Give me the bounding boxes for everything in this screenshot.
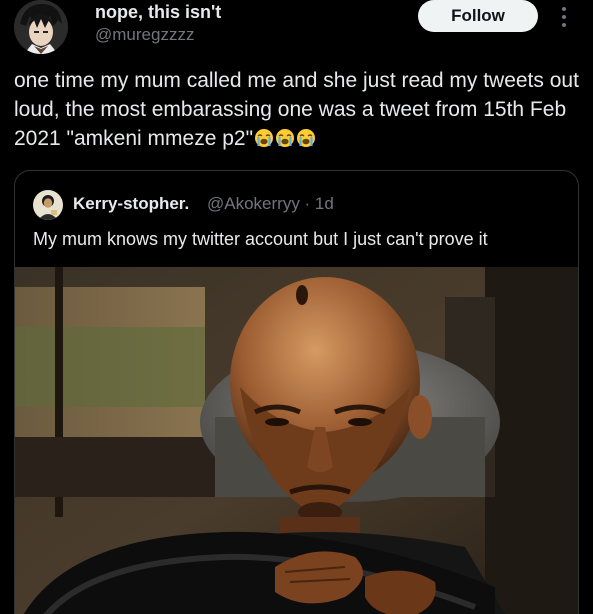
quoted-author-display-name[interactable]: Kerry-stopher.	[73, 194, 189, 214]
tweet-header: nope, this isn't @muregzzzz Follow	[0, 0, 593, 62]
loudly-crying-face-icon	[297, 129, 316, 147]
author-handle[interactable]: @muregzzzz	[95, 25, 194, 45]
dot	[562, 23, 566, 27]
tweet-page: nope, this isn't @muregzzzz Follow one t…	[0, 0, 593, 614]
dot	[562, 7, 566, 11]
loudly-crying-face-icon	[255, 129, 274, 147]
emoji-row	[253, 127, 316, 150]
author-avatar[interactable]	[14, 0, 68, 54]
author-display-name[interactable]: nope, this isn't	[95, 2, 221, 23]
loudly-crying-face-icon	[276, 129, 295, 147]
follow-button[interactable]: Follow	[418, 0, 538, 32]
tweet-text: one time my mum called me and she just r…	[14, 66, 584, 153]
quoted-tweet-text: My mum knows my twitter account but I ju…	[33, 229, 488, 249]
quoted-tweet-photo[interactable]	[15, 267, 578, 614]
quoted-tweet-card[interactable]: Kerry-stopher. @Akokerryy · 1d My mum kn…	[14, 170, 579, 614]
quoted-author-handle-time[interactable]: @Akokerryy · 1d	[207, 194, 334, 214]
more-vertical-icon[interactable]	[556, 2, 572, 32]
dot	[562, 15, 566, 19]
quoted-author-avatar[interactable]	[33, 190, 63, 220]
